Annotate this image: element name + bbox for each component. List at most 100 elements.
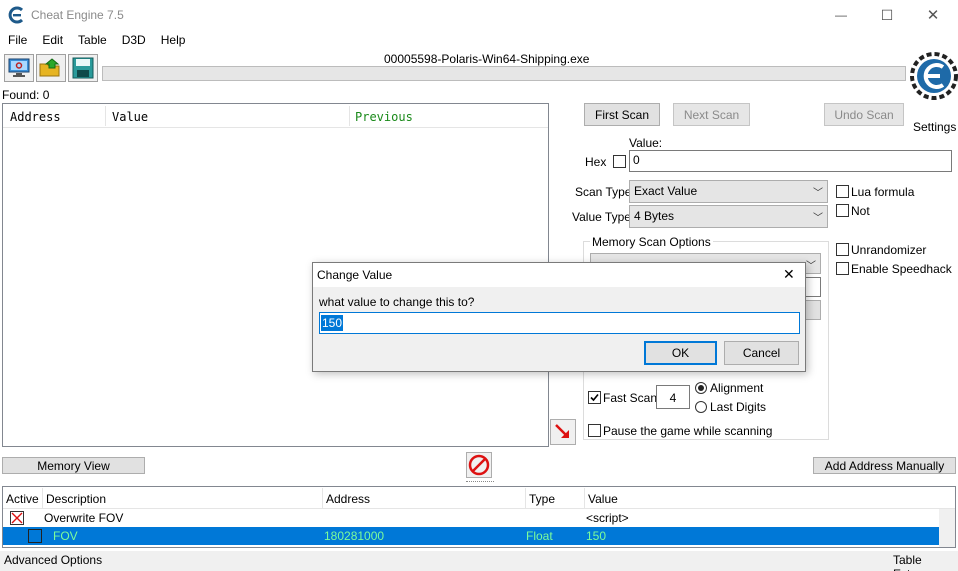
alignment-radio[interactable] [695,382,707,394]
menu-d3d[interactable]: D3D [114,30,153,50]
process-name: 00005598-Polaris-Win64-Shipping.exe [384,52,590,66]
menu-table[interactable]: Table [70,30,114,50]
hex-checkbox[interactable] [613,155,626,168]
unrandomizer-checkbox[interactable] [836,243,849,256]
cheat-engine-icon [8,6,24,24]
open-folder-icon [39,58,60,77]
memory-view-button[interactable]: Memory View [2,457,145,474]
not-label: Not [851,204,870,218]
scan-type-value: Exact Value [634,184,698,198]
close-button[interactable]: ✕ [910,0,956,30]
add-to-list-button[interactable] [550,419,576,445]
splitter-handle[interactable] [466,481,494,483]
save-icon [72,57,94,79]
column-divider[interactable] [105,106,106,126]
dialog-close-icon[interactable]: ✕ [783,266,795,283]
ok-button[interactable]: OK [644,341,717,365]
column-divider[interactable] [349,106,350,126]
column-value[interactable]: Value [588,492,618,506]
active-checkbox[interactable] [28,529,42,543]
scan-type-label: Scan Type [575,185,632,199]
table-extras-link[interactable]: Table Extras [893,553,958,571]
last-digits-radio[interactable] [695,401,707,413]
cheat-engine-logo[interactable] [910,50,958,104]
active-checkbox[interactable] [10,511,24,525]
table-row[interactable]: FOV 180281000 Float 150 [3,527,939,545]
checkmark-icon [590,393,599,402]
close-icon: ✕ [926,7,940,24]
row-value: 150 [586,529,607,543]
column-divider[interactable] [322,488,323,508]
column-divider[interactable] [584,488,585,508]
save-file-button[interactable] [68,54,98,82]
results-header: Address Value Previous [3,104,548,128]
dialog-title: Change Value [317,268,393,282]
column-address[interactable]: Address [10,110,61,124]
not-checkbox[interactable] [836,204,849,217]
arrow-down-right-icon [555,424,569,438]
column-description[interactable]: Description [46,492,106,506]
column-previous[interactable]: Previous [355,110,413,124]
status-bar: Advanced Options Table Extras [0,551,958,571]
first-scan-button[interactable]: First Scan [584,103,660,126]
computer-icon [8,58,30,77]
menu-help[interactable]: Help [153,30,193,50]
window-title: Cheat Engine 7.5 [31,8,124,22]
row-type: Float [526,529,553,543]
advanced-options-link[interactable]: Advanced Options [4,553,102,567]
row-description: Overwrite FOV [44,511,124,525]
found-count: Found: 0 [2,88,50,102]
fast-scan-checkbox[interactable] [588,391,601,404]
address-table-header: Active Description Address Type Value [3,487,955,509]
value-type-label: Value Type [572,210,631,224]
chevron-down-icon: ﹀ [806,261,816,272]
lua-formula-checkbox[interactable] [836,185,849,198]
table-row[interactable]: Overwrite FOV <script> [3,509,939,527]
hex-label: Hex [585,155,607,169]
minimize-button[interactable]: — [818,0,864,30]
menu-edit[interactable]: Edit [34,30,70,50]
clear-list-button[interactable] [466,452,492,478]
next-scan-button[interactable]: Next Scan [673,103,750,126]
dialog-value-input[interactable]: 150 [319,312,800,334]
last-digits-label: Last Digits [710,400,767,414]
column-type[interactable]: Type [529,492,555,506]
title-bar[interactable]: Cheat Engine 7.5 — ☐ ✕ [0,0,958,30]
no-entry-icon [468,454,490,476]
scan-value-input[interactable]: 0 [629,150,952,172]
speedhack-checkbox[interactable] [836,262,849,275]
scan-type-select[interactable]: Exact Value ﹀ [629,180,828,203]
settings-link[interactable]: Settings [913,120,956,134]
minimize-icon: — [835,8,847,22]
pause-game-label: Pause the game while scanning [603,424,773,438]
menu-bar: File Edit Table D3D Help [0,30,958,50]
fast-scan-input[interactable]: 4 [656,385,690,409]
row-address: 180281000 [324,529,385,543]
cancel-button[interactable]: Cancel [724,341,799,365]
column-address[interactable]: Address [326,492,370,506]
change-value-dialog[interactable]: Change Value ✕ what value to change this… [312,262,806,372]
add-address-manually-button[interactable]: Add Address Manually [813,457,956,474]
lua-formula-label: Lua formula [851,185,915,199]
pause-game-checkbox[interactable] [588,424,601,437]
select-process-button[interactable] [4,54,34,82]
chevron-down-icon: ﹀ [813,213,823,224]
column-divider[interactable] [42,488,43,508]
speedhack-label: Enable Speedhack [851,262,952,276]
column-divider[interactable] [525,488,526,508]
menu-file[interactable]: File [0,30,34,50]
alignment-label: Alignment [710,381,764,395]
open-file-button[interactable] [36,54,66,82]
column-value[interactable]: Value [112,110,148,124]
dialog-title-bar[interactable]: Change Value ✕ [313,263,805,287]
undo-scan-button[interactable]: Undo Scan [824,103,904,126]
table-scrollbar[interactable] [939,509,955,547]
maximize-button[interactable]: ☐ [864,0,910,30]
dialog-value-selected-text: 150 [321,315,344,331]
value-label: Value: [629,136,663,150]
value-type-select[interactable]: 4 Bytes ﹀ [629,205,828,228]
column-active[interactable]: Active [6,492,39,506]
address-table[interactable]: Active Description Address Type Value Ov… [2,486,956,548]
value-type-value: 4 Bytes [634,209,675,223]
row-value: <script> [586,511,629,525]
